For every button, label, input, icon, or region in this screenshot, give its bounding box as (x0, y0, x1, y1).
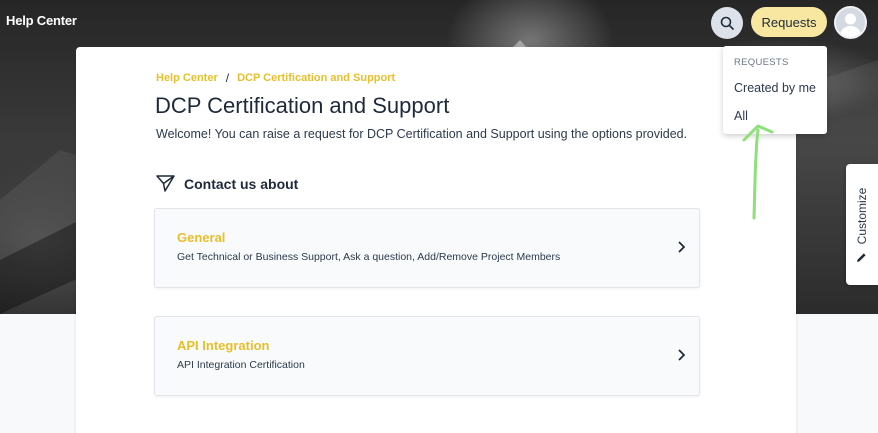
contact-section-heading: Contact us about (156, 175, 298, 192)
breadcrumb-current-link[interactable]: DCP Certification and Support (237, 72, 395, 84)
main-content-card: Help Center / DCP Certification and Supp… (76, 47, 796, 433)
option-general[interactable]: General Get Technical or Business Suppor… (154, 208, 700, 288)
option-title: General (177, 230, 226, 245)
option-api-integration[interactable]: API Integration API Integration Certific… (154, 316, 700, 396)
chevron-right-icon (678, 349, 685, 361)
user-avatar-button[interactable] (834, 6, 867, 39)
option-title: API Integration (177, 338, 270, 353)
page-title: DCP Certification and Support (155, 93, 450, 118)
search-button[interactable] (711, 7, 743, 39)
breadcrumb-home-link[interactable]: Help Center (156, 72, 218, 84)
site-title[interactable]: Help Center (6, 13, 77, 28)
breadcrumb-separator: / (225, 71, 230, 85)
paper-plane-icon (156, 175, 175, 192)
user-avatar-icon (840, 13, 861, 37)
search-icon (720, 16, 734, 30)
customize-tab[interactable]: Customize (846, 164, 878, 285)
requests-dropdown-menu: REQUESTS Created by me All (723, 46, 827, 134)
welcome-text: Welcome! You can raise a request for DCP… (156, 127, 688, 141)
menu-item-created-by-me[interactable]: Created by me (734, 81, 816, 95)
pencil-icon (857, 253, 866, 262)
chevron-right-icon (678, 241, 685, 253)
customize-label: Customize (855, 187, 869, 245)
contact-us-label: Contact us about (184, 175, 299, 192)
menu-item-all[interactable]: All (734, 109, 748, 123)
option-description: API Integration Certification (177, 359, 305, 371)
requests-button[interactable]: Requests (751, 7, 827, 37)
option-description: Get Technical or Business Support, Ask a… (177, 251, 561, 263)
dropdown-header: REQUESTS (734, 57, 789, 68)
breadcrumb: Help Center / DCP Certification and Supp… (156, 71, 395, 85)
